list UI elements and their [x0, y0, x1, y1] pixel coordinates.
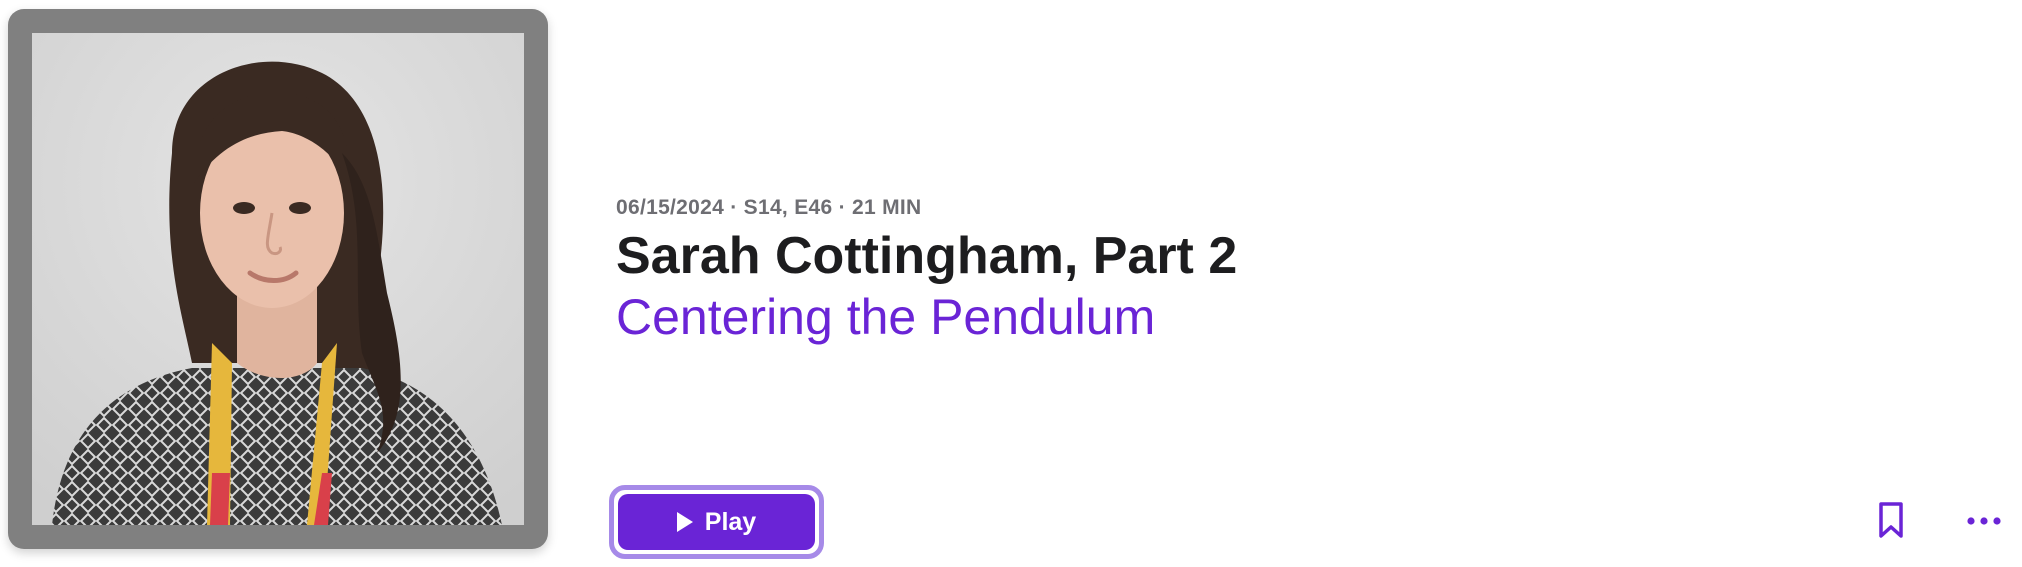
episode-info: 06/15/2024 · S14, E46 · 21 MIN Sarah Cot… — [616, 194, 1816, 348]
bookmark-icon — [1879, 502, 1903, 538]
show-title-link[interactable]: Centering the Pendulum — [616, 286, 1816, 348]
play-icon — [676, 512, 693, 532]
episode-meta: 06/15/2024 · S14, E46 · 21 MIN — [616, 196, 922, 219]
more-button[interactable] — [1964, 506, 2004, 536]
bookmark-button[interactable] — [1874, 500, 1908, 540]
play-button[interactable]: Play — [618, 494, 815, 550]
episode-artwork — [8, 9, 548, 549]
episode-title: Sarah Cottingham, Part 2 — [616, 227, 1238, 285]
portrait-illustration — [32, 33, 524, 525]
play-button-focus-ring: Play — [609, 485, 824, 559]
more-ellipsis-icon — [1967, 517, 2001, 525]
guest-portrait-image — [32, 33, 524, 525]
play-label: Play — [704, 507, 757, 536]
